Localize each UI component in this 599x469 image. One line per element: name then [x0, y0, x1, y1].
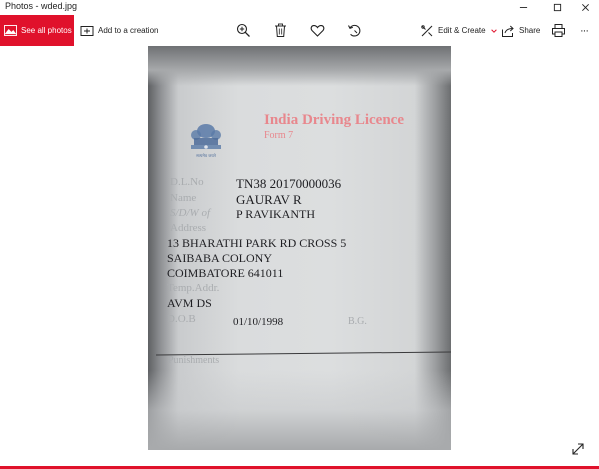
photo-shadow-top	[148, 46, 451, 86]
edit-create-button[interactable]: Edit & Create	[420, 15, 498, 46]
window-title: Photos - wded.jpg	[5, 1, 78, 11]
delete-icon	[275, 23, 286, 37]
photo-icon	[4, 25, 17, 36]
minimize-button[interactable]	[508, 0, 538, 14]
sdw-label: S/D/W of	[170, 207, 211, 219]
see-all-photos-label: See all photos	[21, 26, 72, 35]
rotate-icon	[348, 24, 361, 37]
temp-addr-label: Temp.Addr.	[167, 282, 220, 294]
close-button[interactable]	[570, 0, 599, 14]
print-button[interactable]	[551, 23, 566, 38]
edit-create-label: Edit & Create	[438, 26, 486, 35]
address-line-3: COIMBATORE 641011	[167, 266, 284, 280]
minimize-icon	[519, 6, 527, 8]
sdw-value: P RAVIKANTH	[236, 207, 316, 221]
maximize-icon	[553, 3, 561, 11]
dob-value: 01/10/1998	[233, 316, 284, 328]
emblem-icon: सत्यमेव जयते	[191, 124, 221, 158]
add-to-creation-button[interactable]: Add to a creation	[80, 15, 158, 46]
temp-addr-value: AVM DS	[167, 296, 212, 310]
name-value: GAURAV R	[236, 192, 302, 207]
share-button[interactable]: Share	[501, 15, 540, 46]
zoom-icon	[236, 23, 250, 37]
chevron-down-icon	[490, 28, 497, 33]
see-all-photos-button[interactable]: See all photos	[0, 15, 74, 46]
punishments-label: Punishments	[168, 355, 220, 366]
card-form: Form 7	[264, 130, 294, 141]
add-to-creation-icon	[80, 25, 94, 36]
heart-icon	[310, 24, 325, 37]
card-heading: India Driving Licence	[264, 112, 405, 128]
emblem-caption: सत्यमेव जयते	[196, 153, 216, 158]
photo-image: सत्यमेव जयते India Driving Licence Form …	[148, 46, 451, 450]
favorite-button[interactable]	[310, 23, 325, 38]
toolbar: See all photos Add to a creation Edit & …	[0, 15, 599, 46]
maximize-button[interactable]	[542, 0, 572, 14]
share-label: Share	[519, 26, 541, 35]
photo-shadow-bottom	[148, 370, 451, 450]
address-line-2: SAIBABA COLONY	[167, 251, 273, 265]
share-icon	[502, 25, 514, 37]
dl-no-value: TN38 20170000036	[236, 176, 342, 191]
edit-create-icon	[421, 24, 433, 36]
close-icon	[581, 3, 589, 11]
rotate-button[interactable]	[347, 23, 362, 38]
more-button[interactable]: ···	[580, 15, 589, 46]
title-bar: Photos - wded.jpg	[0, 0, 599, 14]
address-line-1: 13 BHARATHI PARK RD CROSS 5	[167, 236, 347, 250]
dl-no-label: D.L.No	[170, 176, 204, 188]
name-label: Name	[170, 192, 197, 204]
dob-label: D.O.B	[167, 313, 196, 325]
more-icon: ···	[580, 24, 589, 37]
delete-button[interactable]	[273, 23, 288, 38]
expand-icon[interactable]	[571, 442, 585, 456]
add-to-creation-label: Add to a creation	[98, 26, 159, 35]
photo-viewer[interactable]: सत्यमेव जयते India Driving Licence Form …	[0, 46, 599, 466]
bg-label: B.G.	[348, 316, 367, 327]
address-label: Address	[170, 222, 207, 234]
zoom-button[interactable]	[236, 23, 251, 38]
print-icon	[552, 24, 565, 37]
